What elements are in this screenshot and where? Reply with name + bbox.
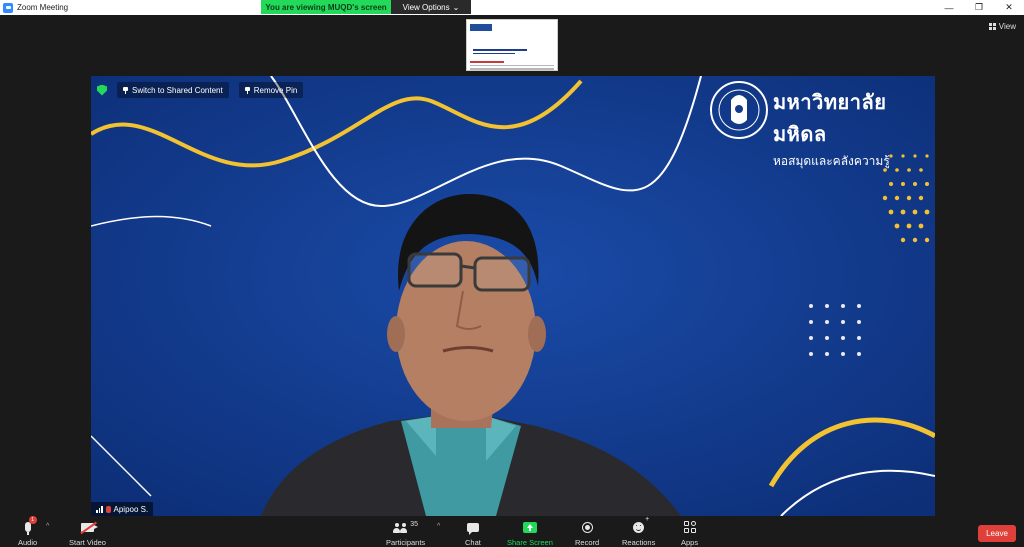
university-branding: มหาวิทยาลัยมหิดล หอสมุดและคลังความรู้ [773,86,935,171]
audio-options-caret-icon[interactable]: ^ [46,523,49,530]
video-camera-off-icon [80,522,98,532]
apps-label: Apps [681,538,699,547]
maximize-button[interactable]: ❐ [964,0,994,15]
chat-label: Chat [465,538,481,547]
zoom-app-icon [3,2,13,13]
shared-screen-thumbnail[interactable] [466,19,558,71]
reactions-label: Reactions [622,538,656,547]
share-screen-label: Share Screen [507,538,553,547]
video-overlay-controls: Switch to Shared Content Remove Pin [97,82,304,98]
chevron-down-icon: ⌄ [452,2,460,12]
view-button[interactable]: View [988,22,1016,31]
share-screen-button[interactable]: Share Screen [507,519,553,547]
window-title: Zoom Meeting [17,3,69,12]
shield-icon [97,84,107,96]
record-button[interactable]: Record [575,519,599,547]
signal-strength-icon [96,505,103,513]
leave-button[interactable]: Leave [978,525,1016,542]
audio-label: Audio [18,538,38,547]
remove-pin-button[interactable]: Remove Pin [238,82,304,98]
view-options-button[interactable]: View Options ⌄ [391,0,471,14]
pin-icon [123,86,128,94]
view-options-label: View Options [402,2,450,12]
close-button[interactable]: ✕ [994,0,1024,15]
thumbnail-logo-icon [470,24,492,31]
add-reaction-icon: + [645,516,650,523]
participant-name-tag: Apipoo S. [91,502,154,516]
pin-icon [244,86,250,94]
participants-label: Participants [386,538,426,547]
participants-options-caret-icon[interactable]: ^ [437,523,440,530]
university-title: มหาวิทยาลัยมหิดล [773,90,887,146]
reactions-button[interactable]: + Reactions [622,516,656,547]
thumbnail-heading [473,49,533,54]
zoom-window: Zoom Meeting — ❐ ✕ You are viewing MUQD'… [0,0,1024,547]
audio-button[interactable]: 1 Audio [18,516,38,547]
apps-button[interactable]: Apps [681,519,698,547]
view-button-label: View [998,22,1016,31]
university-seal-icon [710,81,768,139]
participants-icon [393,522,408,533]
participants-button[interactable]: 35 Participants [386,519,425,547]
start-video-label: Start Video [69,538,106,547]
switch-label: Switch to Shared Content [132,85,223,95]
meeting-toolbar: 1 Audio ^ Start Video 35 Participants ^ … [0,516,1024,547]
apps-icon [683,521,696,533]
smiley-icon [633,521,645,533]
window-controls: — ❐ ✕ [934,0,1024,15]
chat-button[interactable]: Chat [465,519,481,547]
start-video-button[interactable]: Start Video [69,519,106,547]
title-bar: Zoom Meeting — ❐ ✕ [0,0,1024,15]
mic-muted-icon [105,505,111,513]
audio-badge: 1 [28,516,37,524]
remove-pin-label: Remove Pin [253,85,298,95]
viewing-indicator: You are viewing MUQD's screen [261,0,391,14]
active-speaker-video[interactable]: Switch to Shared Content Remove Pin มหาว… [91,76,935,516]
record-icon [581,521,593,533]
university-subtitle: หอสมุดและคลังความรู้ [773,154,890,168]
record-label: Record [575,538,600,547]
switch-to-shared-content-button[interactable]: Switch to Shared Content [117,82,229,98]
share-screen-icon [522,521,537,533]
microphone-icon [24,522,31,535]
participant-name: Apipoo S. [113,504,149,514]
participant-count: 35 [410,521,418,528]
grid-icon [988,23,996,30]
minimize-button[interactable]: — [934,0,964,15]
screen-share-banner: You are viewing MUQD's screen View Optio… [261,0,471,14]
chat-icon [466,522,479,535]
